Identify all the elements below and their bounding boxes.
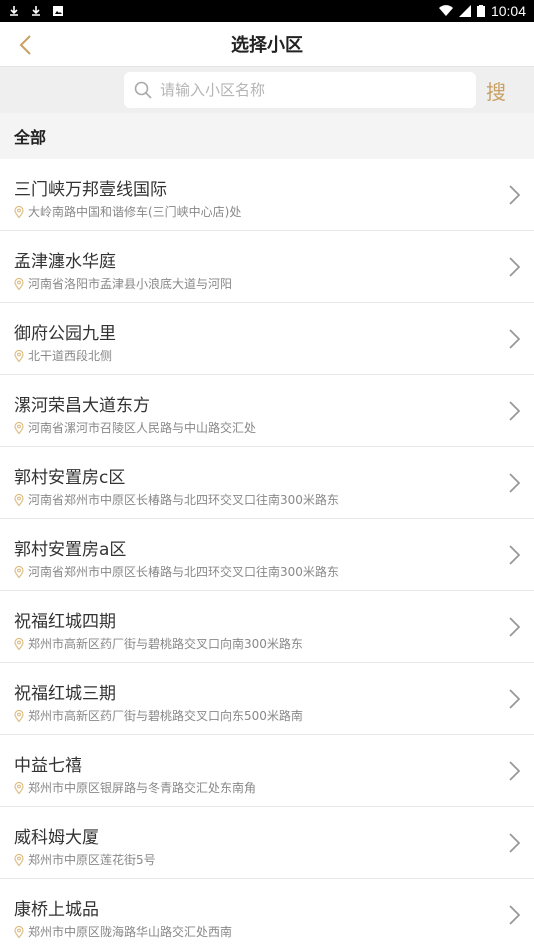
image-icon bbox=[53, 6, 63, 16]
location-pin-icon bbox=[14, 781, 24, 794]
community-address: 郑州市高新区药厂街与碧桃路交叉口向南300米路东 bbox=[28, 637, 303, 651]
search-icon bbox=[134, 81, 152, 99]
community-address-row: 郑州市中原区莲花街5号 bbox=[14, 851, 156, 868]
community-address-row: 郑州市高新区药厂街与碧桃路交叉口向南300米路东 bbox=[14, 635, 303, 652]
chevron-right-icon bbox=[509, 329, 521, 349]
chevron-right-icon bbox=[509, 257, 521, 277]
location-pin-icon bbox=[14, 853, 24, 866]
community-address-row: 河南省郑州市中原区长椿路与北四环交叉口往南300米路东 bbox=[14, 563, 339, 580]
chevron-right-icon bbox=[509, 617, 521, 637]
location-pin-icon bbox=[14, 925, 24, 938]
community-name: 威科姆大厦 bbox=[14, 828, 99, 848]
signal-icon bbox=[458, 5, 471, 17]
chevron-right-icon bbox=[509, 833, 521, 853]
search-button[interactable]: 搜 bbox=[486, 76, 506, 105]
community-address: 郑州市中原区银屏路与冬青路交汇处东南角 bbox=[28, 781, 257, 795]
community-address: 河南省郑州市中原区长椿路与北四环交叉口往南300米路东 bbox=[28, 493, 339, 507]
community-name: 孟津瀍水华庭 bbox=[14, 252, 116, 272]
community-list-item[interactable]: 祝福红城四期郑州市高新区药厂街与碧桃路交叉口向南300米路东 bbox=[0, 591, 534, 663]
community-list-item[interactable]: 郭村安置房a区河南省郑州市中原区长椿路与北四环交叉口往南300米路东 bbox=[0, 519, 534, 591]
chevron-right-icon bbox=[509, 905, 521, 925]
community-list: 三门峡万邦壹线国际大岭南路中国和谐修车(三门峡中心店)处孟津瀍水华庭河南省洛阳市… bbox=[0, 159, 534, 950]
community-list-item[interactable]: 孟津瀍水华庭河南省洛阳市孟津县小浪底大道与河阳 bbox=[0, 231, 534, 303]
community-name: 漯河荣昌大道东方 bbox=[14, 396, 150, 416]
community-name: 康桥上城品 bbox=[14, 900, 99, 920]
chevron-right-icon bbox=[509, 689, 521, 709]
community-list-item[interactable]: 御府公园九里北干道西段北侧 bbox=[0, 303, 534, 375]
page-title: 选择小区 bbox=[231, 35, 303, 56]
location-pin-icon bbox=[14, 637, 24, 650]
section-header: 全部 bbox=[0, 113, 534, 159]
chevron-right-icon bbox=[509, 473, 521, 493]
community-address-row: 北干道西段北侧 bbox=[14, 347, 112, 364]
search-input[interactable] bbox=[160, 81, 460, 99]
community-address-row: 大岭南路中国和谐修车(三门峡中心店)处 bbox=[14, 203, 241, 220]
back-button[interactable] bbox=[10, 22, 40, 67]
community-address: 北干道西段北侧 bbox=[28, 349, 113, 363]
chevron-right-icon bbox=[509, 545, 521, 565]
community-address-row: 河南省洛阳市孟津县小浪底大道与河阳 bbox=[14, 275, 232, 292]
chevron-right-icon bbox=[509, 401, 521, 421]
community-name: 三门峡万邦壹线国际 bbox=[14, 180, 167, 200]
chevron-left-icon bbox=[19, 34, 31, 55]
community-list-item[interactable]: 漯河荣昌大道东方河南省漯河市召陵区人民路与中山路交汇处 bbox=[0, 375, 534, 447]
community-list-item[interactable]: 三门峡万邦壹线国际大岭南路中国和谐修车(三门峡中心店)处 bbox=[0, 159, 534, 231]
community-address: 河南省洛阳市孟津县小浪底大道与河阳 bbox=[28, 277, 233, 291]
status-left bbox=[8, 5, 64, 17]
wifi-icon bbox=[438, 5, 453, 17]
status-bar: 10:04 bbox=[0, 0, 534, 22]
location-pin-icon bbox=[14, 565, 24, 578]
search-bar: 搜 bbox=[0, 67, 534, 113]
community-name: 祝福红城三期 bbox=[14, 684, 116, 704]
community-name: 祝福红城四期 bbox=[14, 612, 116, 632]
location-pin-icon bbox=[14, 349, 24, 362]
community-list-item[interactable]: 威科姆大厦郑州市中原区莲花街5号 bbox=[0, 807, 534, 879]
community-name: 御府公园九里 bbox=[14, 324, 116, 344]
community-name: 郭村安置房a区 bbox=[14, 540, 127, 560]
community-address-row: 郑州市中原区陇海路华山路交汇处西南 bbox=[14, 923, 232, 940]
nav-bar: 选择小区 bbox=[0, 22, 534, 67]
status-time: 10:04 bbox=[490, 3, 526, 19]
battery-icon bbox=[476, 5, 485, 17]
download-icon bbox=[10, 6, 18, 16]
download-icon bbox=[32, 6, 40, 16]
community-address: 大岭南路中国和谐修车(三门峡中心店)处 bbox=[28, 205, 242, 219]
chevron-right-icon bbox=[509, 761, 521, 781]
community-list-item[interactable]: 郭村安置房c区河南省郑州市中原区长椿路与北四环交叉口往南300米路东 bbox=[0, 447, 534, 519]
location-pin-icon bbox=[14, 205, 24, 218]
community-address-row: 河南省郑州市中原区长椿路与北四环交叉口往南300米路东 bbox=[14, 491, 339, 508]
community-name: 中益七禧 bbox=[14, 756, 82, 776]
location-pin-icon bbox=[14, 277, 24, 290]
chevron-right-icon bbox=[509, 185, 521, 205]
community-address: 郑州市高新区药厂街与碧桃路交叉口向东500米路南 bbox=[28, 709, 303, 723]
community-address: 郑州市中原区陇海路华山路交汇处西南 bbox=[28, 925, 233, 939]
community-address-row: 郑州市高新区药厂街与碧桃路交叉口向东500米路南 bbox=[14, 707, 303, 724]
location-pin-icon bbox=[14, 421, 24, 434]
community-address-row: 河南省漯河市召陵区人民路与中山路交汇处 bbox=[14, 419, 256, 436]
community-address: 河南省漯河市召陵区人民路与中山路交汇处 bbox=[28, 421, 257, 435]
community-address-row: 郑州市中原区银屏路与冬青路交汇处东南角 bbox=[14, 779, 256, 796]
status-right: 10:04 bbox=[438, 3, 526, 19]
search-box bbox=[124, 72, 476, 108]
community-name: 郭村安置房c区 bbox=[14, 468, 126, 488]
community-address: 郑州市中原区莲花街5号 bbox=[28, 853, 156, 867]
community-address: 河南省郑州市中原区长椿路与北四环交叉口往南300米路东 bbox=[28, 565, 339, 579]
community-list-item[interactable]: 康桥上城品郑州市中原区陇海路华山路交汇处西南 bbox=[0, 879, 534, 950]
location-pin-icon bbox=[14, 709, 24, 722]
community-list-item[interactable]: 中益七禧郑州市中原区银屏路与冬青路交汇处东南角 bbox=[0, 735, 534, 807]
community-list-item[interactable]: 祝福红城三期郑州市高新区药厂街与碧桃路交叉口向东500米路南 bbox=[0, 663, 534, 735]
location-pin-icon bbox=[14, 493, 24, 506]
